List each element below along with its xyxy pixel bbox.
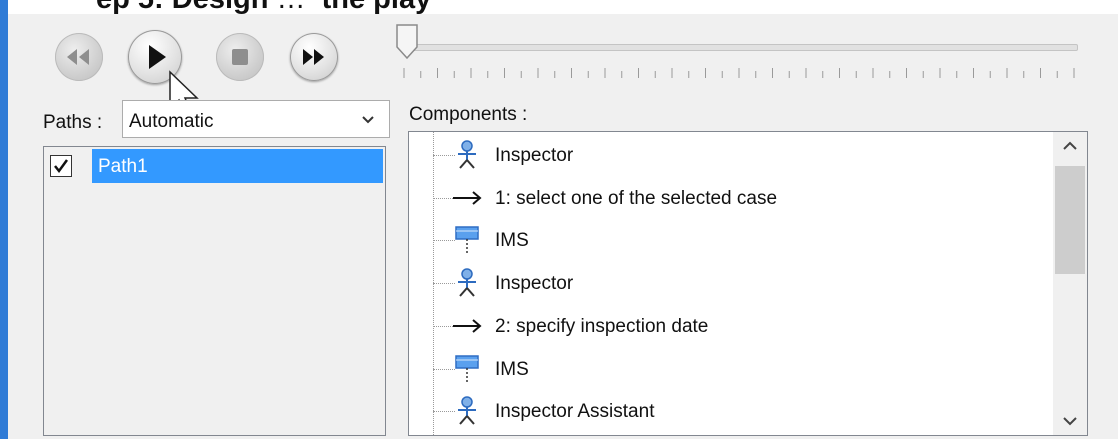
timeline-slider-thumb[interactable] (394, 23, 420, 61)
tree-branch-line (433, 411, 455, 413)
lifeline-icon (455, 226, 479, 256)
path-row-path1[interactable]: Path1 (46, 149, 383, 183)
component-item[interactable]: IMS (409, 349, 1049, 389)
tree-branch-line (433, 325, 455, 327)
arrow-icon (453, 190, 482, 205)
actor-icon (458, 396, 476, 425)
component-label: IMS (495, 358, 529, 380)
arrow-icon (453, 319, 482, 333)
tree-branch-line (433, 368, 455, 370)
path-selection-highlight[interactable]: Path1 (92, 149, 383, 183)
component-item[interactable]: Inspector Assistant (409, 391, 1049, 431)
vertical-scrollbar[interactable] (1053, 132, 1087, 435)
component-item[interactable]: Inspector (409, 135, 1049, 175)
scroll-up-arrow-icon[interactable] (1062, 140, 1078, 152)
path-label: Path1 (98, 156, 148, 177)
scroll-down-arrow-icon[interactable] (1062, 415, 1078, 427)
checkmark-icon (54, 159, 69, 174)
path-checkbox[interactable] (50, 155, 72, 177)
component-label: Inspector Assistant (495, 401, 655, 423)
fast-forward-icon (303, 49, 324, 65)
stop-icon (232, 49, 248, 65)
heading-left: ep 5: Design (96, 0, 268, 14)
component-label: 1: select one of the selected case (495, 187, 778, 209)
component-item[interactable]: 2: specify inspection date (409, 306, 1049, 346)
component-label: IMS (495, 230, 529, 252)
paths-dropdown[interactable]: Automatic (122, 100, 390, 138)
heading-middle: … (268, 0, 313, 14)
rewind-button[interactable] (55, 33, 103, 81)
heading-right: the play (314, 0, 432, 14)
scrollbar-thumb[interactable] (1055, 166, 1085, 274)
document-heading: ep 5: Design … the play (96, 0, 431, 14)
components-label: Components : (409, 104, 528, 125)
paths-dropdown-value: Automatic (129, 111, 214, 132)
component-item[interactable]: 1: select one of the selected case (409, 178, 1049, 218)
left-accent-bar (0, 0, 8, 439)
components-tree: Inspector 1: select one of the selected c… (408, 131, 1088, 436)
component-item[interactable]: IMS (409, 220, 1049, 260)
tree-branch-line (433, 197, 455, 199)
chevron-down-icon (362, 116, 374, 124)
component-label: Inspector (495, 145, 574, 166)
component-label: 2: specify inspection date (495, 315, 709, 337)
rewind-icon (67, 49, 89, 65)
paths-list: Path1 (43, 146, 386, 436)
component-item[interactable]: Inspector (409, 263, 1049, 303)
fast-forward-button[interactable] (290, 33, 338, 81)
actor-icon (458, 268, 476, 297)
paths-label: Paths : (43, 112, 103, 133)
tree-branch-line (433, 283, 455, 285)
tree-branch-line (433, 155, 455, 156)
stop-button[interactable] (216, 33, 264, 81)
lifeline-icon (455, 354, 479, 384)
tree-branch-line (433, 240, 455, 242)
document-heading-strip: ep 5: Design … the play (8, 0, 1118, 14)
timeline-slider-track[interactable] (404, 44, 1078, 51)
actor-icon (458, 140, 476, 169)
timeline-ticks (403, 68, 1075, 78)
component-label: Inspector (495, 273, 574, 295)
